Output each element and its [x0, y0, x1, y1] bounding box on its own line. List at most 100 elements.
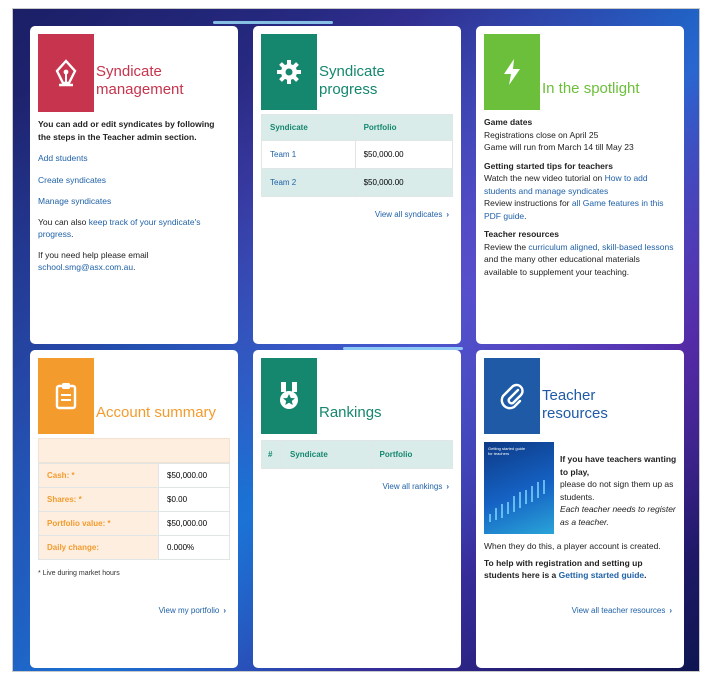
view-all-syndicates-link[interactable]: View all syndicates › [375, 210, 449, 219]
table-row: Daily change: 0.000% [38, 535, 230, 560]
card-title: Account summary [96, 404, 217, 421]
chart-graphic-icon [489, 480, 545, 522]
help-text: If you need help please email school.smg… [38, 249, 228, 274]
table-header-row: # Syndicate Portfolio [261, 440, 453, 469]
title-line: Syndicate [96, 63, 162, 80]
table-row: Team 1 $50,000.00 [261, 140, 454, 169]
row-label: Daily change: [38, 535, 159, 560]
title-line: progress [319, 81, 378, 98]
row-value: $50,000.00 [158, 463, 230, 488]
title-line: Teacher [542, 387, 596, 404]
teachers-note: please do not sign them up as students. [560, 479, 674, 502]
card-title: Rankings [319, 404, 382, 421]
card-title: In the spotlight [542, 80, 640, 97]
chevron-right-icon: › [223, 606, 226, 615]
pen-icon [38, 34, 94, 112]
add-students-link[interactable]: Add students [38, 152, 228, 165]
title-line: Syndicate [319, 63, 385, 80]
tips-heading: Getting started tips for teachers [484, 160, 613, 171]
email-suffix: . [133, 262, 136, 272]
resources-heading: Teacher resources [484, 229, 559, 239]
intro-text: You can add or edit syndicates by follow… [38, 119, 215, 142]
player-account-note: When they do this, a player account is c… [484, 541, 661, 551]
row-label: Portfolio value: * [38, 511, 159, 536]
link-label: View all rankings [382, 482, 443, 491]
track-suffix: . [71, 229, 74, 239]
chevron-right-icon: › [669, 606, 672, 615]
card-title: Syndicate management [96, 63, 184, 99]
medal-icon [261, 358, 317, 434]
help-suffix: . [644, 570, 647, 580]
card-title: Teacher resources [542, 387, 608, 423]
table-row: Shares: * $0.00 [38, 487, 230, 512]
column-header: Syndicate [261, 114, 356, 141]
clipboard-icon [38, 358, 94, 434]
link-label: View my portfolio [158, 606, 220, 615]
card-title: Syndicate progress [319, 63, 385, 99]
lessons-link[interactable]: curriculum aligned, skill-based lessons [528, 242, 673, 252]
summary-header-band [38, 438, 230, 463]
column-header: Portfolio [354, 114, 454, 141]
account-summary-table: Cash: * $50,000.00 Shares: * $0.00 Portf… [38, 463, 230, 560]
row-label: Cash: * [38, 463, 159, 488]
table-header-row: Syndicate Portfolio [261, 114, 454, 141]
lightning-icon [484, 34, 540, 110]
view-portfolio-link[interactable]: View my portfolio › [159, 606, 226, 615]
footnote: * Live during market hours [38, 570, 120, 577]
guide-thumbnail[interactable]: Getting started guide for teachers [484, 442, 554, 534]
review-suffix: . [524, 210, 527, 221]
registration-help-text: To help with registration and setting up… [484, 557, 676, 582]
syndicate-progress-card: Syndicate progress Syndicate Portfolio T… [253, 26, 461, 344]
rankings-table: # Syndicate Portfolio [261, 440, 453, 469]
review-prefix: Review instructions for [484, 198, 572, 208]
table-row: Portfolio value: * $50,000.00 [38, 511, 230, 536]
paperclip-icon [484, 358, 540, 434]
game-run-text: Game will run from March 14 till May 23 [484, 142, 634, 152]
table-row: Team 2 $50,000.00 [261, 168, 454, 197]
teachers-intro: If you have teachers wanting to play, [560, 454, 677, 477]
row-value: 0.000% [158, 535, 230, 560]
team-link[interactable]: Team 2 [261, 168, 356, 197]
syndicate-management-card: Syndicate management You can add or edit… [30, 26, 238, 344]
teachers-italic-note: Each teacher needs to register as a teac… [560, 504, 676, 527]
rankings-card: Rankings # Syndicate Portfolio View all … [253, 350, 461, 668]
chevron-right-icon: › [446, 482, 449, 491]
view-all-rankings-link[interactable]: View all rankings › [382, 482, 449, 491]
title-line: resources [542, 405, 608, 422]
column-header: Syndicate [281, 440, 372, 469]
spotlight-card: In the spotlight Game dates Registration… [476, 26, 684, 344]
game-dates-heading: Game dates [484, 117, 533, 127]
syndicate-progress-table: Syndicate Portfolio Team 1 $50,000.00 Te… [261, 114, 454, 197]
teacher-resources-card: Teacher resources Getting started guide … [476, 350, 684, 668]
table-row: Cash: * $50,000.00 [38, 463, 230, 488]
column-header: # [261, 440, 282, 469]
create-syndicates-link[interactable]: Create syndicates [38, 174, 228, 187]
link-label: View all syndicates [374, 210, 443, 219]
resources-text: Review the curriculum aligned, skill-bas… [484, 241, 674, 279]
email-link[interactable]: school.smg@asx.com.au [38, 262, 133, 272]
resources-suffix: and the many other educational materials… [484, 254, 640, 277]
tips-prefix: Watch the new video tutorial on [484, 173, 605, 183]
tips-text: Watch the new video tutorial on How to a… [484, 172, 674, 197]
view-all-teacher-resources-link[interactable]: View all teacher resources › [572, 606, 672, 615]
gear-icon [261, 34, 317, 110]
track-progress-text: You can also keep track of your syndicat… [38, 216, 228, 241]
portfolio-value: $50,000.00 [354, 140, 454, 169]
row-value: $0.00 [158, 487, 230, 512]
team-link[interactable]: Team 1 [261, 140, 356, 169]
row-label: Shares: * [38, 487, 159, 512]
thumbnail-title: Getting started guide for teachers [488, 446, 526, 456]
column-header: Portfolio [370, 440, 453, 469]
manage-syndicates-link[interactable]: Manage syndicates [38, 195, 228, 208]
getting-started-guide-link[interactable]: Getting started guide [559, 570, 644, 580]
registrations-text: Registrations close on April 25 [484, 129, 599, 140]
row-value: $50,000.00 [158, 511, 230, 536]
chevron-right-icon: › [446, 210, 449, 219]
resources-prefix: Review the [484, 241, 529, 252]
account-summary-card: Account summary Cash: * $50,000.00 Share… [30, 350, 238, 668]
light-streak [213, 21, 333, 24]
portfolio-value: $50,000.00 [354, 168, 454, 197]
review-text: Review instructions for all Game feature… [484, 197, 674, 222]
help-line: If you need help please email [38, 249, 149, 260]
track-prefix: You can also [38, 216, 89, 227]
